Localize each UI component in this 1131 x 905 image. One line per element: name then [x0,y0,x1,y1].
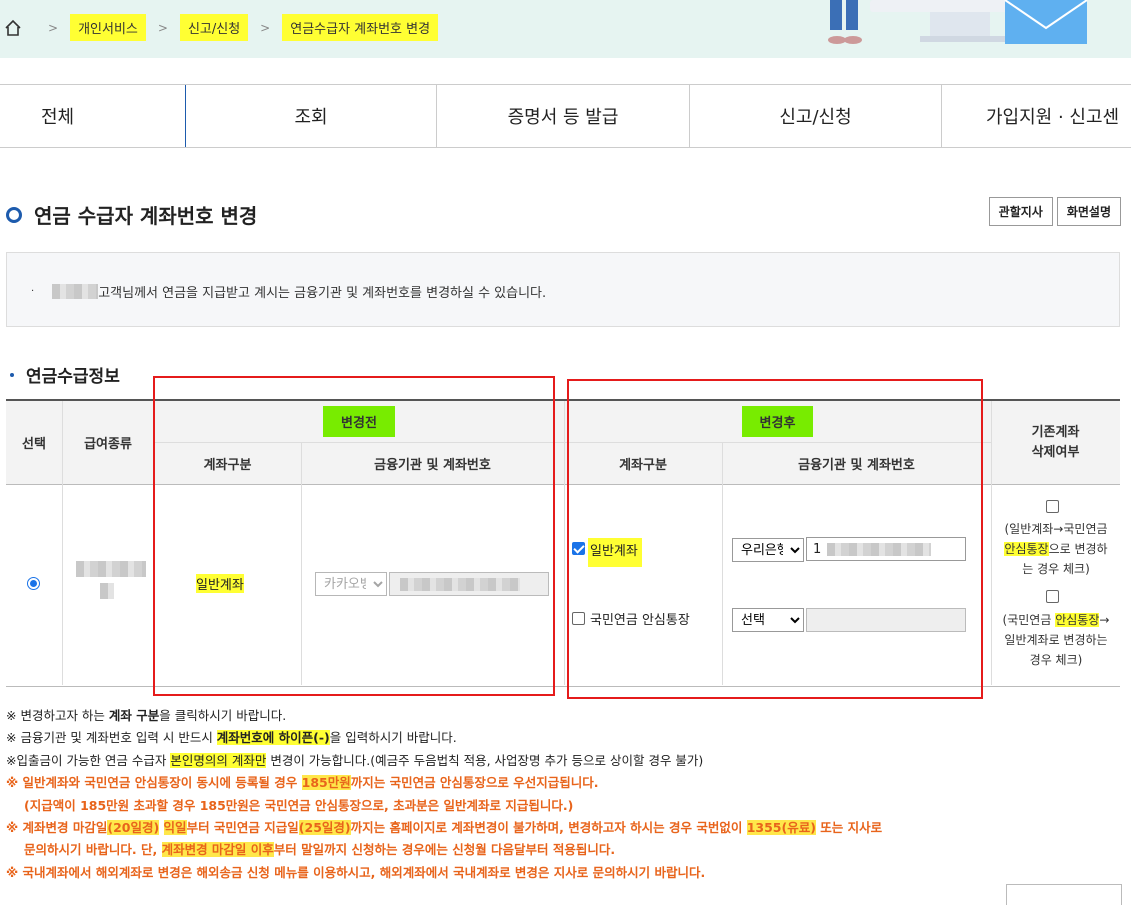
help-button[interactable]: 화면설명 [1056,197,1121,226]
th-delete: 기존계좌 삭제여부 [991,401,1120,484]
notice-item: ※ 변경하고자 하는 계좌 구분을 클릭하시기 바랍니다. [6,708,287,723]
delete-safe-checkbox[interactable] [1046,590,1059,603]
notice-list: ※ 변경하고자 하는 계좌 구분을 클릭하시기 바랍니다. ※ 금융기관 및 계… [6,705,882,884]
tab-label: 조회 [294,107,328,128]
note-text: 는 경우 체크) [1022,562,1090,576]
notice-item: 문의하시기 바랍니다. 단, 계좌변경 마감일 이후부터 말일까지 신청하는 경… [24,842,616,858]
annotation-box-after [567,379,983,699]
th-delete-line1: 기존계좌 [1031,424,1080,440]
branch-button[interactable]: 관할지사 [988,197,1053,226]
notice-item: ※ 계좌변경 마감일(20일경) 익일부터 국민연금 지급일(25일경)까지는 … [6,820,883,836]
tab-label: 신고/신청 [779,107,852,128]
info-text: · 고객님께서 연금을 지급받고 계시는 금융기관 및 계좌번호를 변경하실 수… [31,282,546,301]
info-box: · 고객님께서 연금을 지급받고 계시는 금융기관 및 계좌번호를 변경하실 수… [6,252,1120,327]
home-icon[interactable] [4,19,22,37]
th-delete-line2: 삭제여부 [1031,444,1080,460]
top-buttons: 관할지사 화면설명 [988,197,1121,226]
bottom-button[interactable] [1006,884,1122,905]
note-text: (일반계좌→국민연금 [1004,522,1108,536]
breadcrumb-item-personal[interactable]: 개인서비스 [70,14,146,41]
note-text: → [1099,613,1110,627]
tab-top-line [185,84,1131,85]
masked-text [100,583,114,599]
tab-label: 가입지원 · 신고센 [986,107,1120,128]
note-text: 으로 변경하 [1048,542,1108,556]
th-select: 선택 [6,401,62,484]
notice-item: (지급액이 185만원 초과할 경우 185만원은 국민연금 안심통장으로, 초… [24,797,574,813]
notice-item: ※ 국내계좌에서 해외계좌로 변경은 해외송금 신청 메뉴를 이용하시고, 해외… [6,864,706,880]
col-divider [62,401,63,685]
page-title: 연금 수급자 계좌번호 변경 [34,204,258,228]
tab-label: 전체 [40,107,75,128]
chevron-right-icon: > [260,20,271,35]
main-tabs: 전체 조회 증명서 등 발급 신고/신청 가입지원 · 신고센 [0,84,1131,148]
section-title-text: 연금수급정보 [26,367,120,387]
note-text: 일반계좌로 변경하는 [1004,633,1108,647]
th-type: 급여종류 [62,401,154,484]
banner-illustration [828,0,1088,44]
chevron-right-icon: > [157,20,168,35]
note-text: 경우 체크) [1029,653,1083,667]
note-highlight: 안심통장 [1055,613,1100,627]
notice-item: ※ 금융기관 및 계좌번호 입력 시 반드시 계좌번호에 하이픈(-)을 입력하… [6,730,457,746]
masked-name [52,284,99,299]
breadcrumb: > 개인서비스 > 신고/신청 > 연금수급자 계좌번호 변경 [4,14,439,41]
notice-item: ※ 일반계좌와 국민연금 안심통장이 동시에 등록될 경우 185만원까지는 국… [6,775,599,791]
note-text: (국민연금 [1002,613,1052,627]
note-highlight: 안심통장 [1004,542,1049,556]
col-divider [564,401,565,685]
section-title: 연금수급정보 [10,362,120,387]
tab-support[interactable]: 가입지원 · 신고센 [942,85,1131,147]
tab-label: 증명서 등 발급 [507,107,619,128]
delete-safe-note: (국민연금 안심통장→ 일반계좌로 변경하는 경우 체크) [992,610,1120,670]
tab-inquiry[interactable]: 조회 [185,85,437,147]
masked-text [76,561,146,577]
title-bullet-icon [6,206,22,223]
tab-report[interactable]: 신고/신청 [690,85,942,147]
delete-general-note: (일반계좌→국민연금 안심통장으로 변경하 는 경우 체크) [992,519,1120,579]
page-title-bar: 연금 수급자 계좌번호 변경 [6,200,257,229]
info-message: 고객님께서 연금을 지급받고 계시는 금융기관 및 계좌번호를 변경하실 수 있… [98,286,547,301]
tab-all[interactable]: 전체 [0,85,185,147]
notice-item: ※입출금이 가능한 연금 수급자 본인명의의 계좌만 변경이 가능합니다.(예금… [6,752,704,768]
delete-general-checkbox[interactable] [1046,500,1059,513]
breadcrumb-item-report[interactable]: 신고/신청 [179,14,249,41]
tab-certificate[interactable]: 증명서 등 발급 [437,85,690,147]
breadcrumb-item-current: 연금수급자 계좌번호 변경 [282,14,439,41]
breadcrumb-band: > 개인서비스 > 신고/신청 > 연금수급자 계좌번호 변경 [0,0,1131,58]
section-bullet-icon [10,372,14,377]
chevron-right-icon: > [48,20,59,35]
annotation-box-before [153,376,555,696]
row-select-radio[interactable] [27,577,40,590]
